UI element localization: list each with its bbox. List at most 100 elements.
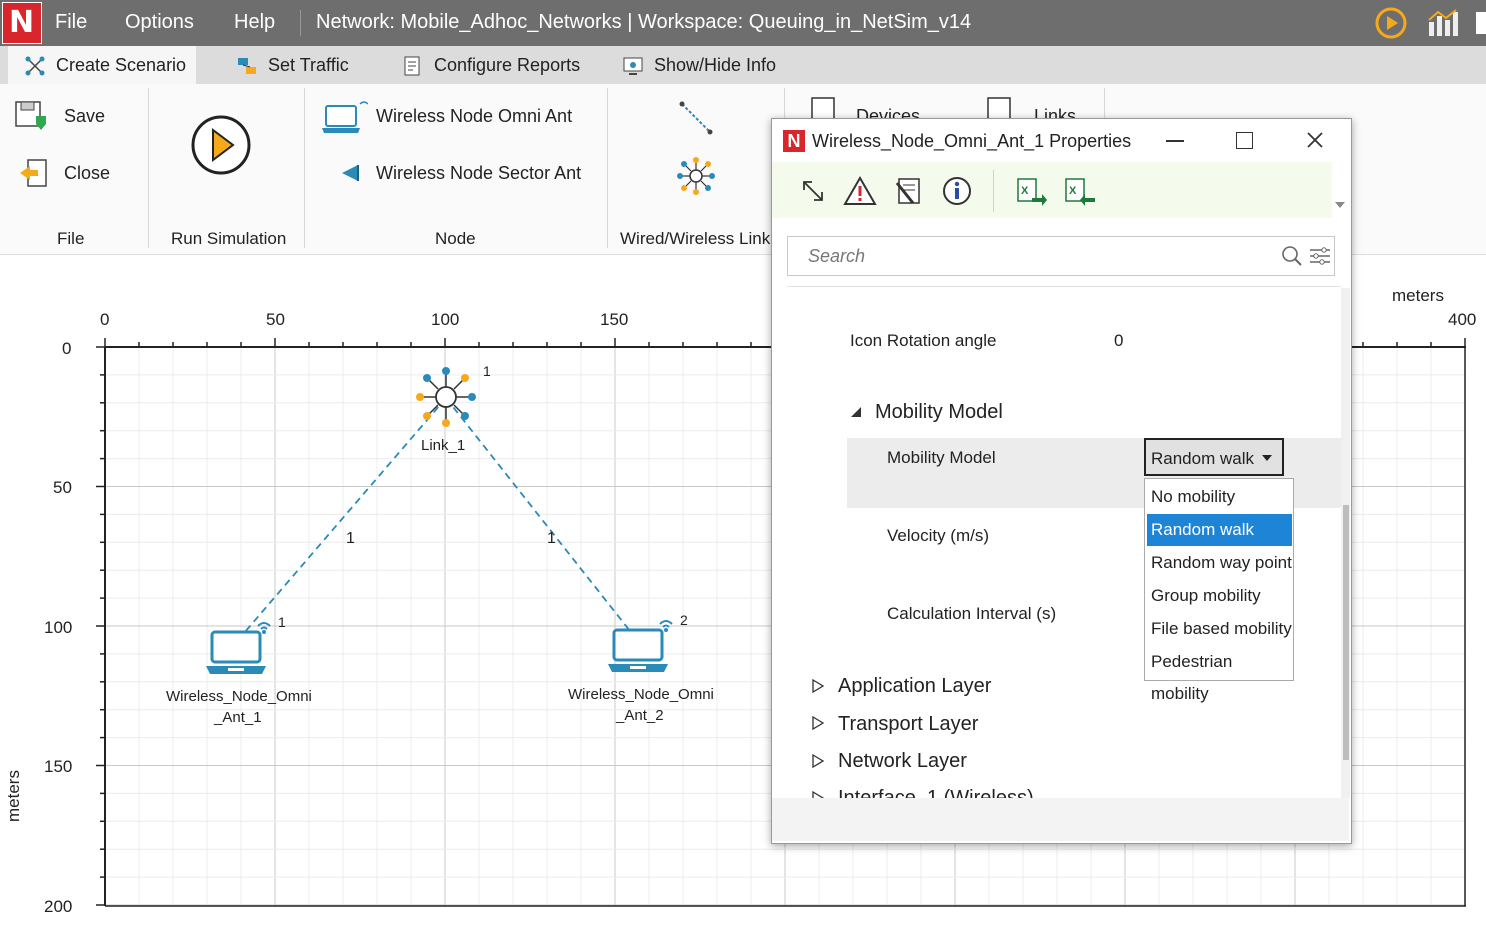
option-no-mobility[interactable]: No mobility: [1147, 481, 1292, 513]
node2-label-line1: Wireless_Node_Omni: [568, 686, 714, 703]
menu-help[interactable]: Help: [234, 11, 275, 34]
search-box[interactable]: [787, 236, 1335, 276]
section-transport-layer[interactable]: Transport Layer: [838, 713, 978, 736]
menu-options[interactable]: Options: [125, 11, 194, 34]
expand-icon[interactable]: [800, 178, 826, 204]
mobility-model-value: Random walk: [1151, 449, 1254, 468]
close-x-icon[interactable]: [1306, 131, 1324, 149]
excel-export-icon[interactable]: X: [1016, 176, 1048, 208]
mobility-section-header[interactable]: Mobility Model: [875, 401, 1003, 424]
filter-settings-icon[interactable]: [1308, 246, 1332, 266]
links-icon: [987, 97, 1011, 118]
x-tick-50: 50: [266, 310, 285, 329]
x-axis-unit: meters: [1392, 286, 1444, 305]
warning-icon[interactable]: [843, 175, 877, 207]
calc-interval-label: Calculation Interval (s): [887, 604, 1057, 623]
expand-triangle-icon[interactable]: [811, 754, 825, 768]
tab-create-scenario[interactable]: Create Scenario: [8, 46, 196, 84]
wireless-omni-icon: [322, 101, 368, 133]
y-tick-100: 100: [44, 618, 73, 637]
node2-id: 2: [680, 612, 688, 628]
dialog-logo-icon: N: [783, 130, 805, 152]
edit-document-icon[interactable]: [893, 175, 925, 207]
play-circle-icon[interactable]: [1374, 6, 1408, 40]
mobility-options-list: No mobility Random walk Random way point…: [1144, 478, 1294, 703]
wireless-node-sector-button[interactable]: Wireless Node Sector Ant: [376, 163, 581, 184]
minimize-icon[interactable]: [1166, 140, 1184, 142]
scenario-icon: [25, 56, 45, 76]
section-application-layer[interactable]: Application Layer: [838, 675, 991, 698]
option-pedestrian-mobility[interactable]: Pedestrian mobility: [1147, 646, 1292, 703]
chevron-down-icon: [1262, 455, 1272, 461]
scrollbar-thumb[interactable]: [1343, 505, 1349, 760]
edge-label-2: 1: [547, 530, 556, 547]
node1-label-line2: _Ant_1: [214, 709, 262, 726]
x-tick-400: 400: [1448, 310, 1477, 329]
expand-triangle-icon[interactable]: [811, 716, 825, 730]
y-tick-150: 150: [44, 757, 73, 776]
laptop-icon[interactable]: [606, 614, 682, 678]
tab-set-traffic[interactable]: Set Traffic: [236, 46, 349, 84]
run-simulation-icon[interactable]: [190, 114, 252, 176]
clipped-section-row: Interface_1 (Wireless): [805, 785, 1105, 798]
logo-text: N: [9, 5, 35, 40]
info-icon[interactable]: [941, 175, 973, 207]
expand-triangle-icon[interactable]: [811, 679, 825, 693]
devices-icon: [811, 97, 835, 118]
option-file-based-mobility[interactable]: File based mobility: [1147, 613, 1292, 645]
mobility-model-select[interactable]: Random walk: [1144, 438, 1284, 476]
tab-configure-reports[interactable]: Configure Reports: [402, 46, 580, 84]
option-group-mobility[interactable]: Group mobility: [1147, 580, 1292, 612]
group-run-label: Run Simulation: [171, 229, 287, 248]
traffic-icon: [238, 58, 256, 75]
dialog-title: Wireless_Node_Omni_Ant_1 Properties: [812, 131, 1132, 151]
excel-import-icon[interactable]: X: [1064, 176, 1096, 208]
toolbar-overflow-icon[interactable]: [1334, 200, 1346, 210]
group-file-label: File: [57, 229, 85, 248]
tab-label: Configure Reports: [434, 55, 581, 75]
collapse-triangle-icon[interactable]: [849, 405, 863, 419]
ribbon-separator: [304, 88, 305, 248]
expand-triangle-icon[interactable]: [811, 791, 825, 798]
link-label: Link_1: [421, 437, 466, 454]
option-random-way-point[interactable]: Random way point: [1147, 547, 1292, 579]
sector-antenna-icon: [342, 165, 359, 181]
y-axis-unit: meters: [4, 770, 23, 822]
tab-label: Create Scenario: [56, 55, 187, 75]
section-interface-1[interactable]: Interface_1 (Wireless): [838, 787, 1034, 798]
edge-label-1: 1: [346, 530, 355, 547]
y-tick-0: 0: [62, 339, 72, 358]
laptop-icon[interactable]: [204, 616, 280, 680]
menu-file[interactable]: File: [55, 11, 87, 34]
search-input[interactable]: [806, 238, 1280, 274]
wireless-link-icon[interactable]: [676, 156, 716, 196]
x-tick-150: 150: [600, 310, 629, 329]
mobility-model-label: Mobility Model: [887, 448, 996, 467]
title-divider: [300, 10, 301, 36]
info-display-icon: [623, 57, 643, 76]
node2-label-line2: _Ant_2: [616, 707, 664, 724]
x-tick-100: 100: [431, 310, 460, 329]
bar-chart-icon[interactable]: [1426, 8, 1460, 38]
x-tick-0: 0: [100, 310, 110, 329]
close-icon: [20, 159, 47, 187]
tab-show-hide-info[interactable]: Show/Hide Info: [622, 46, 776, 84]
section-network-layer[interactable]: Network Layer: [838, 750, 967, 773]
reports-icon: [404, 56, 420, 76]
window-control-edge[interactable]: [1476, 12, 1486, 34]
wired-link-icon[interactable]: [678, 100, 714, 136]
node1-id: 1: [278, 614, 286, 630]
maximize-icon[interactable]: [1236, 132, 1253, 149]
option-random-walk[interactable]: Random walk: [1147, 514, 1292, 546]
dialog-footer: [772, 798, 1349, 841]
search-icon[interactable]: [1281, 245, 1303, 267]
save-button[interactable]: Save: [64, 106, 105, 127]
toolbar-separator: [993, 170, 994, 212]
wireless-link-node-icon[interactable]: [414, 365, 478, 429]
velocity-label: Velocity (m/s): [887, 526, 990, 545]
wireless-node-omni-button[interactable]: Wireless Node Omni Ant: [376, 106, 572, 127]
close-button[interactable]: Close: [64, 163, 110, 184]
group-links-label: Wired/Wireless Links: [620, 229, 779, 248]
icon-rotation-value[interactable]: 0: [1114, 331, 1123, 351]
y-tick-200: 200: [44, 897, 73, 916]
